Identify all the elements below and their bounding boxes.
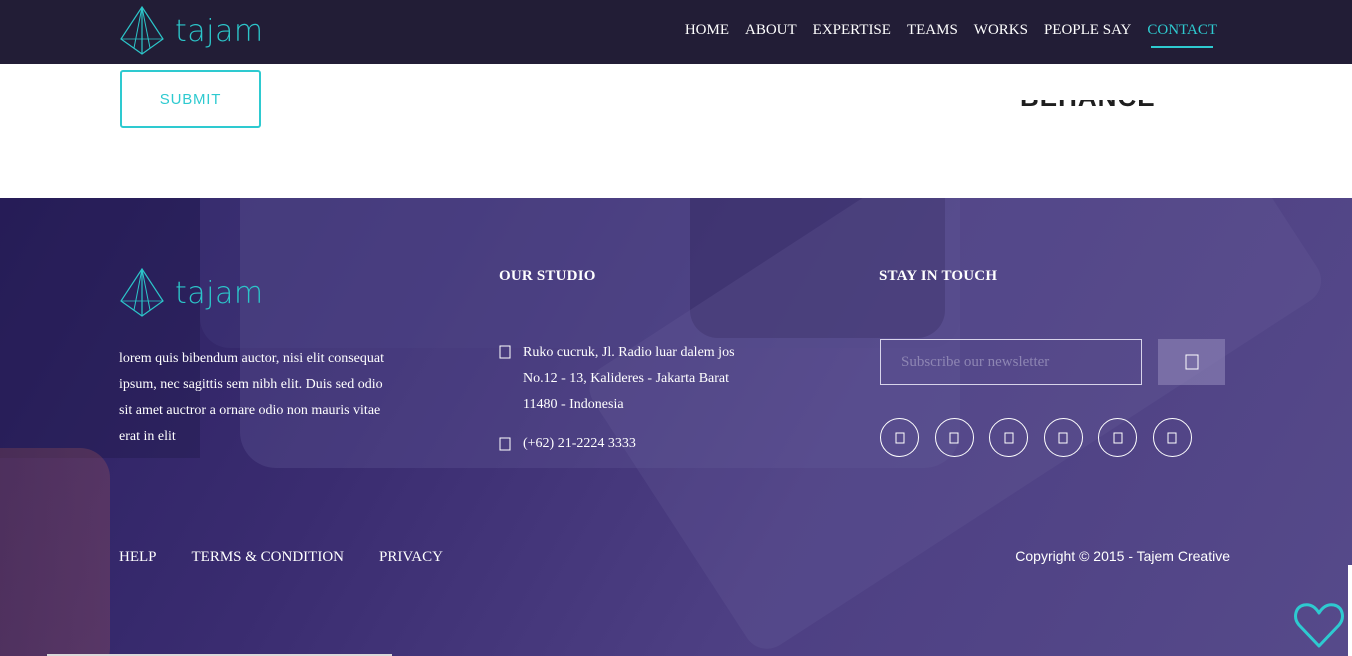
stay-in-touch-heading: STAY IN TOUCH bbox=[879, 268, 998, 284]
dribbble-link[interactable] bbox=[1152, 418, 1192, 457]
newsletter-input[interactable] bbox=[880, 339, 1142, 385]
pyramid-logo-icon bbox=[120, 267, 164, 317]
main-nav-menu: HOME ABOUT EXPERTISE TEAMS WORKS PEOPLE … bbox=[669, 22, 1217, 48]
studio-heading: OUR STUDIO bbox=[499, 268, 596, 284]
submit-button[interactable]: SUBMIT bbox=[120, 70, 261, 128]
footer-link-help[interactable]: HELP bbox=[119, 549, 157, 566]
google-plus-link[interactable] bbox=[1043, 418, 1083, 457]
dribbble-icon bbox=[1167, 432, 1177, 443]
contact-section: BEHANCE SUBMIT bbox=[0, 64, 1352, 198]
studio-address: Ruko cucruk, Jl. Radio luar dalem jos No… bbox=[499, 340, 759, 418]
nav-item-home[interactable]: HOME bbox=[685, 22, 729, 48]
facebook-icon bbox=[895, 432, 904, 443]
subscribe-button[interactable] bbox=[1158, 339, 1225, 385]
social-links bbox=[880, 418, 1207, 457]
pinterest-link[interactable] bbox=[1098, 418, 1137, 457]
instagram-icon bbox=[1004, 432, 1013, 443]
background-pencil-cup bbox=[0, 448, 110, 656]
twitter-link[interactable] bbox=[934, 418, 974, 457]
brand-logo[interactable]: tajam bbox=[119, 5, 264, 57]
nav-item-works[interactable]: WORKS bbox=[974, 22, 1028, 48]
nav-item-about[interactable]: ABOUT bbox=[745, 22, 797, 48]
pinterest-icon bbox=[1113, 432, 1122, 443]
footer: tajam lorem quis bibendum auctor, nisi e… bbox=[0, 198, 1352, 656]
studio-phone-text: (+62) 21-2224 3333 bbox=[523, 436, 636, 451]
nav-item-people-say[interactable]: PEOPLE SAY bbox=[1044, 22, 1131, 48]
nav-item-teams[interactable]: TEAMS bbox=[907, 22, 958, 48]
footer-links: HELP TERMS & CONDITION PRIVACY bbox=[119, 549, 478, 566]
twitter-icon bbox=[949, 432, 959, 443]
phone-icon bbox=[499, 437, 511, 451]
heart-icon[interactable] bbox=[1293, 601, 1345, 649]
map-marker-icon bbox=[499, 345, 511, 359]
brand-name: tajam bbox=[175, 13, 264, 49]
top-navbar: tajam HOME ABOUT EXPERTISE TEAMS WORKS P… bbox=[0, 0, 1352, 64]
instagram-link[interactable] bbox=[989, 418, 1028, 457]
footer-link-terms[interactable]: TERMS & CONDITION bbox=[192, 549, 345, 566]
google-plus-icon bbox=[1058, 432, 1068, 443]
pyramid-logo-icon bbox=[120, 5, 164, 55]
facebook-link[interactable] bbox=[880, 418, 919, 457]
studio-phone: (+62) 21-2224 3333 bbox=[499, 434, 636, 454]
copyright-text: Copyright © 2015 - Tajem Creative bbox=[1015, 548, 1230, 564]
footer-link-privacy[interactable]: PRIVACY bbox=[379, 549, 443, 566]
studio-address-text: Ruko cucruk, Jl. Radio luar dalem jos No… bbox=[523, 345, 735, 412]
scrollbar-edge bbox=[1348, 565, 1352, 656]
footer-about-text: lorem quis bibendum auctor, nisi elit co… bbox=[119, 351, 384, 444]
footer-logo[interactable]: tajam bbox=[119, 267, 264, 319]
paper-plane-icon bbox=[1185, 354, 1198, 370]
cropped-heading: BEHANCE bbox=[1020, 100, 1155, 108]
nav-item-contact[interactable]: CONTACT bbox=[1147, 22, 1217, 48]
nav-item-expertise[interactable]: EXPERTISE bbox=[813, 22, 891, 48]
footer-brand-name: tajam bbox=[175, 275, 264, 311]
